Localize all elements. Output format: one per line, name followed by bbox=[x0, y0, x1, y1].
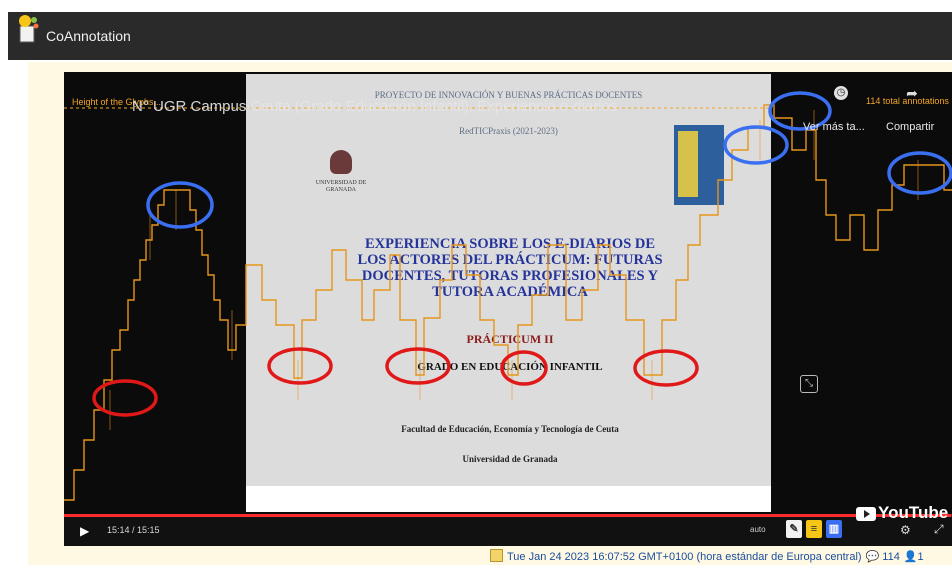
ver-mas-button[interactable]: Ver más ta... bbox=[803, 121, 865, 133]
time-display: 15:14 / 15:15 bbox=[107, 525, 160, 535]
play-icon[interactable]: ▶ bbox=[80, 524, 89, 538]
slide-grado: GRADO EN EDUCACIÓN INFANTIL bbox=[417, 361, 603, 373]
clock-icon[interactable]: ◷ bbox=[834, 86, 848, 100]
app-logo-icon bbox=[19, 15, 39, 43]
progress-fill bbox=[64, 514, 952, 517]
slide-title: EXPERIENCIA SOBRE LOS E-DIARIOS DE LOS A… bbox=[357, 236, 663, 300]
footer-timestamp: Tue Jan 24 2023 16:07:52 GMT+0100 (hora … bbox=[507, 551, 862, 563]
video-title-text: UGR Campus Ceuta (Grado Educación Infant… bbox=[153, 98, 618, 115]
slide-faculty: Facultad de Educación, Economía y Tecnol… bbox=[401, 424, 619, 434]
app-title: CoAnnotation bbox=[46, 28, 131, 44]
slide-practicum: PRÁCTICUM II bbox=[466, 332, 554, 346]
comments-count: 114 bbox=[882, 551, 900, 563]
fullscreen-icon[interactable]: ⤢ bbox=[934, 522, 944, 537]
youtube-label: YouTube bbox=[878, 503, 949, 522]
users-count: 1 bbox=[917, 551, 924, 563]
stats-button[interactable]: ▥ bbox=[826, 520, 842, 538]
share-icon[interactable]: ➦ bbox=[903, 86, 921, 100]
slide-bottom-band bbox=[246, 486, 771, 512]
app-header bbox=[8, 12, 952, 60]
comments-icon: 💬 bbox=[865, 551, 880, 563]
compartir-button[interactable]: Compartir bbox=[886, 121, 934, 133]
status-footer: Tue Jan 24 2023 16:07:52 GMT+0100 (hora … bbox=[490, 549, 952, 565]
annotate-button[interactable]: ✎ bbox=[786, 520, 802, 538]
video-title-prefix: N° bbox=[132, 98, 153, 115]
university-logo: UNIVERSIDAD DE GRANADA bbox=[306, 150, 376, 194]
university-crest-icon bbox=[330, 150, 352, 174]
slide-photo bbox=[674, 125, 724, 205]
quality-label[interactable]: auto bbox=[750, 525, 766, 534]
gear-icon[interactable]: ⚙ bbox=[900, 523, 911, 537]
user-icon: 👤 bbox=[903, 551, 918, 563]
slide-university: Universidad de Granada bbox=[462, 454, 558, 464]
notes-button[interactable]: ≡ bbox=[806, 520, 822, 538]
progress-bar[interactable] bbox=[64, 514, 952, 517]
university-name: UNIVERSIDAD DE GRANADA bbox=[315, 180, 367, 193]
video-title[interactable]: N° UGR Campus Ceuta (Grado Educación Inf… bbox=[132, 98, 617, 115]
edit-icon bbox=[490, 549, 503, 562]
overlay-button[interactable]: ⤡ bbox=[800, 375, 818, 393]
